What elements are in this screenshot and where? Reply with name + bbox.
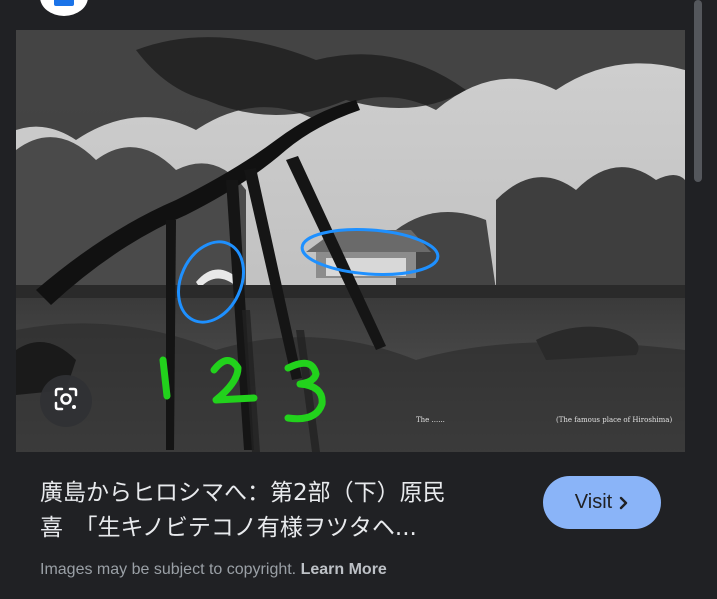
preview-image[interactable]: The ...... (The famous place of Hiroshim… [16,30,685,452]
copyright-notice: Images may be subject to copyright. Lear… [40,561,387,579]
scrollbar-thumb[interactable] [694,0,702,182]
result-title-line-1: 廣島からヒロシマへ：第2部（下）原民 [40,480,446,506]
garden-photo: The ...... (The famous place of Hiroshim… [16,30,685,452]
chevron-right-icon [619,496,629,510]
svg-text:(The famous place of Hiroshima: (The famous place of Hiroshima) [556,416,672,424]
copyright-text: Images may be subject to copyright. [40,561,297,578]
result-title[interactable]: 廣島からヒロシマへ：第2部（下）原民 喜 「生キノビテコノ有様ヲツタヘ... [40,476,530,546]
learn-more-link[interactable]: Learn More [301,561,387,578]
result-title-line-2: 喜 「生キノビテコノ有様ヲツタヘ... [40,515,417,541]
svg-text:The ......: The ...... [416,416,445,424]
google-lens-button[interactable] [40,375,92,427]
visit-button[interactable]: Visit [543,476,661,529]
site-favicon-icon[interactable] [40,0,88,16]
visit-label: Visit [574,491,613,513]
google-lens-icon [52,385,80,417]
top-bar [0,0,690,30]
